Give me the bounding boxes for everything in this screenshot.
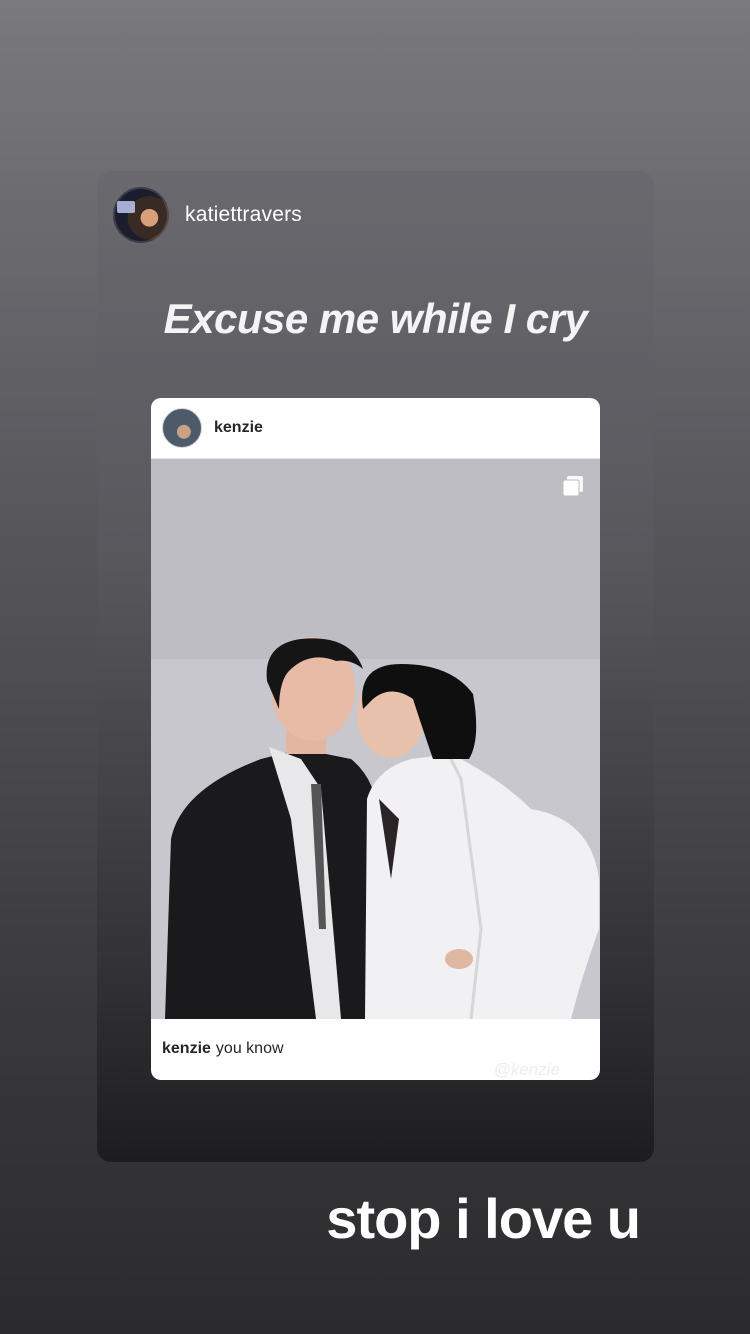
story-bottom-text: stop i love u bbox=[326, 1187, 641, 1250]
caption-username[interactable]: kenzie bbox=[162, 1040, 211, 1058]
username-watermark: @kenzie bbox=[493, 1060, 560, 1079]
photo-illustration bbox=[151, 459, 600, 1019]
photo-wall-shadow bbox=[151, 459, 600, 659]
carousel-icon bbox=[562, 476, 583, 497]
post-avatar[interactable] bbox=[162, 408, 202, 448]
post-username[interactable]: kenzie bbox=[214, 419, 263, 437]
reposter-avatar[interactable] bbox=[113, 187, 169, 243]
post-photo[interactable] bbox=[151, 459, 600, 1019]
caption-text: you know bbox=[215, 1040, 284, 1057]
post-header: kenzie bbox=[151, 398, 600, 459]
reposter-header[interactable]: katiettravers bbox=[113, 187, 302, 243]
story-headline-text: Excuse me while I cry bbox=[163, 295, 588, 342]
woman-hand bbox=[445, 949, 473, 969]
story-repost-card: katiettravers Excuse me while I cry kenz… bbox=[97, 171, 654, 1162]
reposter-username[interactable]: katiettravers bbox=[185, 203, 302, 227]
shared-post-card[interactable]: kenzie kenzie you know @kenzie bbox=[151, 398, 600, 1080]
